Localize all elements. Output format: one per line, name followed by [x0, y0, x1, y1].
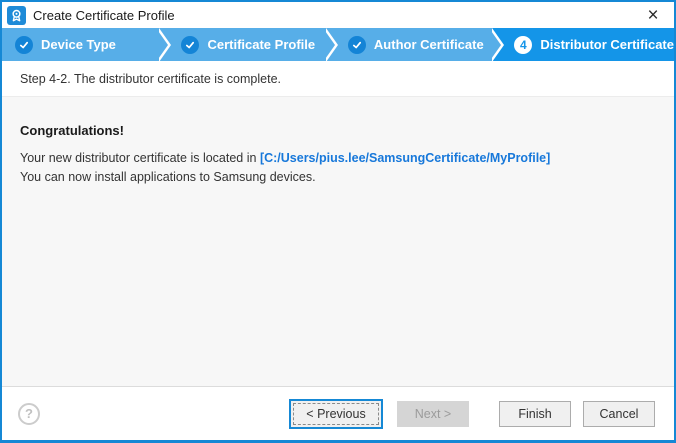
finish-button[interactable]: Finish [499, 401, 571, 427]
wizard-buttons: < Previous Next > Finish Cancel [289, 399, 655, 429]
wizard-step-bar: Device Type Certificate Profile Author C… [2, 28, 674, 61]
result-message: Your new distributor certificate is loca… [20, 149, 656, 187]
check-icon [15, 36, 33, 54]
next-button: Next > [397, 401, 469, 427]
footer-button-bar: ? < Previous Next > Finish Cancel [2, 386, 674, 440]
step-label: Distributor Certificate [540, 37, 674, 52]
step-author-certificate: Author Certificate [326, 28, 492, 61]
step-description: Step 4-2. The distributor certificate is… [2, 61, 674, 97]
step-distributor-certificate: 4 Distributor Certificate [492, 28, 674, 61]
wizard-content-area: Congratulations! Your new distributor ce… [2, 97, 674, 386]
check-icon [348, 36, 366, 54]
window-title: Create Certificate Profile [33, 8, 175, 23]
certificate-app-icon [7, 6, 26, 25]
step-device-type: Device Type [2, 28, 159, 61]
check-icon [181, 36, 199, 54]
step-label: Certificate Profile [207, 37, 315, 52]
certificate-location-text: Your new distributor certificate is loca… [20, 151, 260, 165]
create-certificate-profile-dialog: Create Certificate Profile × Device Type… [0, 0, 676, 443]
step-label: Author Certificate [374, 37, 484, 52]
congratulations-heading: Congratulations! [20, 123, 656, 138]
step-number-badge: 4 [514, 36, 532, 54]
previous-button[interactable]: < Previous [289, 399, 383, 429]
title-bar: Create Certificate Profile × [2, 2, 674, 28]
step-label: Device Type [41, 37, 116, 52]
certificate-path-link[interactable]: [C:/Users/pius.lee/SamsungCertificate/My… [260, 151, 550, 165]
help-icon[interactable]: ? [18, 403, 40, 425]
install-info-text: You can now install applications to Sams… [20, 170, 316, 184]
close-icon[interactable]: × [632, 2, 674, 28]
cancel-button[interactable]: Cancel [583, 401, 655, 427]
step-certificate-profile: Certificate Profile [159, 28, 325, 61]
